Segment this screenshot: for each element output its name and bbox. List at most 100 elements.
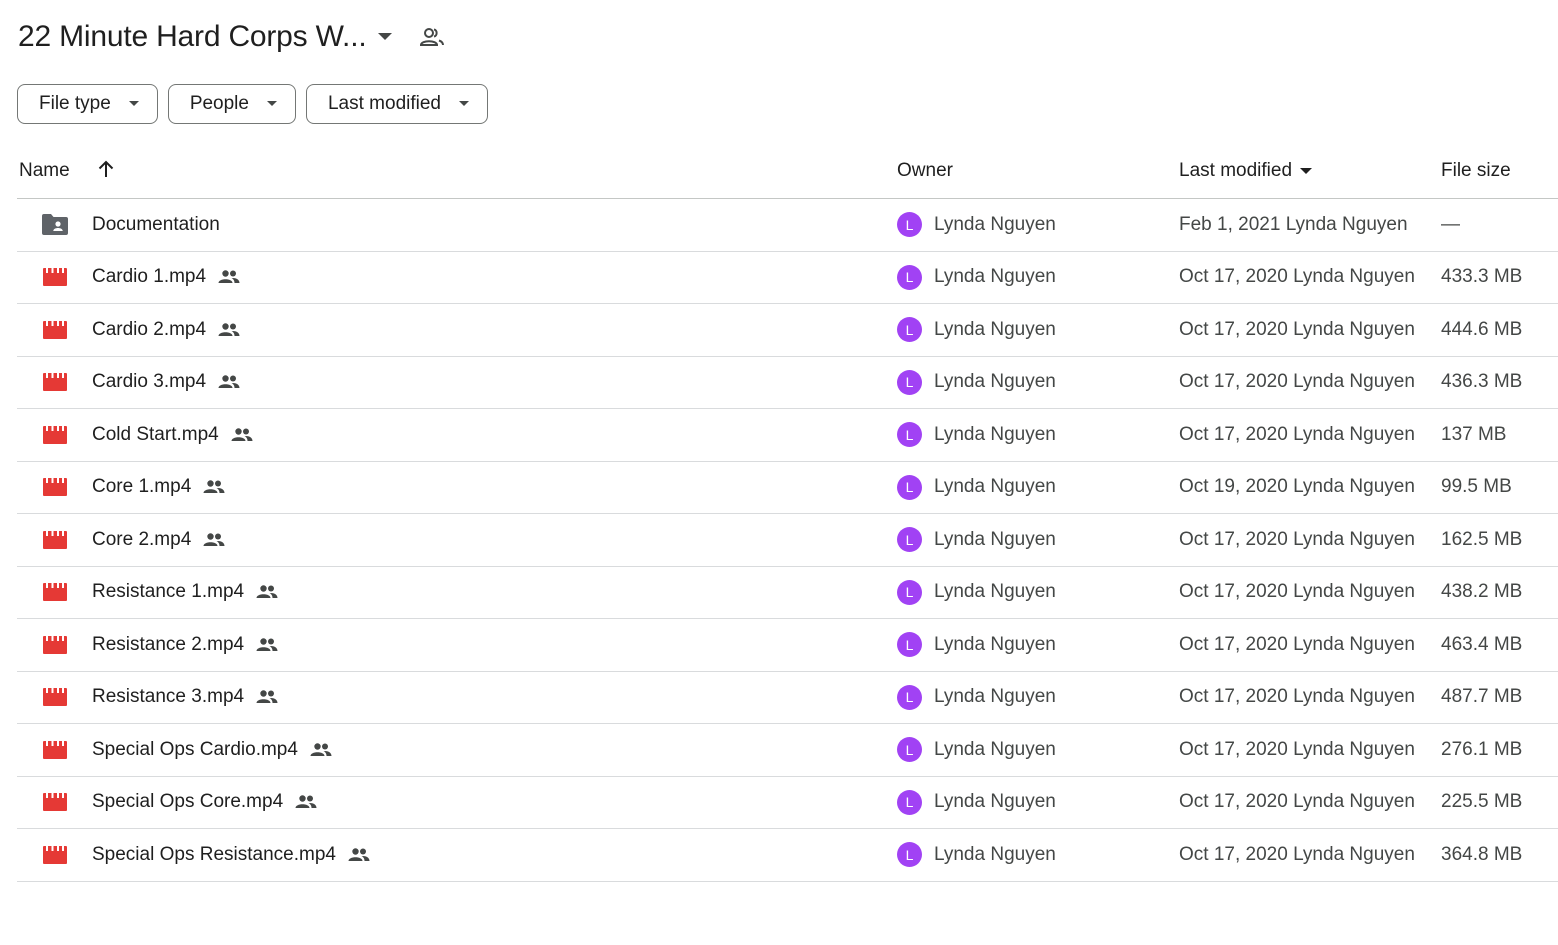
last-modified-column-header[interactable]: Last modified	[1179, 160, 1313, 182]
file-name-text: Cardio 3.mp4	[92, 371, 207, 393]
owner-name: Lynda Nguyen	[934, 791, 1056, 813]
file-name: Special Ops Cardio.mp4	[92, 724, 332, 776]
last-modified-cell: Oct 17, 2020 Lynda Nguyen	[1179, 633, 1415, 655]
owner-column-header[interactable]: Owner	[897, 160, 953, 182]
owner-name: Lynda Nguyen	[934, 633, 1056, 655]
table-row[interactable]: Cardio 1.mp4 L Lynda Nguyen Oct 17, 2020 …	[17, 252, 1558, 304]
file-size-cell: 436.3 MB	[1441, 371, 1523, 393]
table-row[interactable]: Special Ops Resistance.mp4 L Lynda Nguyen…	[17, 829, 1558, 882]
file-name: Core 2.mp4	[92, 514, 225, 566]
sort-ascending-arrow-icon[interactable]	[97, 160, 115, 178]
file-list: Documentation L Lynda Nguyen Feb 1, 2021 …	[17, 199, 1558, 882]
table-row[interactable]: Core 2.mp4 L Lynda Nguyen Oct 17, 2020 Ly…	[17, 514, 1558, 567]
avatar: L	[897, 264, 922, 290]
owner-cell: L Lynda Nguyen	[897, 567, 1056, 619]
table-row[interactable]: Special Ops Core.mp4 L Lynda Nguyen Oct 1…	[17, 777, 1558, 829]
caret-down-icon[interactable]	[378, 33, 393, 41]
file-size-cell: 162.5 MB	[1441, 528, 1523, 550]
people-filter-button[interactable]: People	[167, 84, 296, 124]
file-name-text: Special Ops Cardio.mp4	[92, 738, 298, 760]
file-name: Cold Start.mp4	[92, 409, 253, 461]
table-row[interactable]: Core 1.mp4 L Lynda Nguyen Oct 19, 2020 Ly…	[17, 462, 1558, 514]
shared-people-icon	[310, 743, 332, 757]
video-file-icon	[42, 777, 68, 829]
filter-label: People	[189, 93, 249, 114]
filter-bar: File type People Last modified	[17, 84, 498, 124]
last-modified-cell: Oct 17, 2020 Lynda Nguyen	[1179, 738, 1415, 760]
shared-people-icon	[203, 480, 225, 494]
owner-cell: L Lynda Nguyen	[897, 357, 1056, 409]
folder-title[interactable]: 22 Minute Hard Corps W...	[18, 20, 367, 54]
video-file-icon	[42, 304, 68, 356]
table-row[interactable]: Cold Start.mp4 L Lynda Nguyen Oct 17, 202…	[17, 409, 1558, 462]
avatar: L	[897, 474, 922, 500]
table-row[interactable]: Special Ops Cardio.mp4 L Lynda Nguyen Oct…	[17, 724, 1558, 777]
shared-folder-icon	[42, 199, 68, 251]
file-name-text: Documentation	[92, 213, 220, 235]
file-name: Documentation	[92, 199, 220, 251]
file-name-text: Cardio 1.mp4	[92, 266, 207, 288]
file-name-text: Cardio 2.mp4	[92, 318, 207, 340]
table-row[interactable]: Cardio 3.mp4 L Lynda Nguyen Oct 17, 2020 …	[17, 357, 1558, 409]
owner-cell: L Lynda Nguyen	[897, 829, 1056, 881]
caret-down-icon	[459, 101, 469, 107]
owner-name: Lynda Nguyen	[934, 581, 1056, 603]
file-size-cell: 463.4 MB	[1441, 633, 1523, 655]
caret-down-icon	[266, 101, 277, 107]
last-modified-cell: Oct 17, 2020 Lynda Nguyen	[1179, 581, 1415, 603]
shared-people-icon	[231, 428, 253, 442]
owner-cell: L Lynda Nguyen	[897, 199, 1056, 251]
last-modified-cell: Feb 1, 2021 Lynda Nguyen	[1179, 213, 1408, 235]
table-row[interactable]: Resistance 3.mp4 L Lynda Nguyen Oct 17, 2…	[17, 672, 1558, 724]
avatar: L	[897, 789, 922, 815]
last-modified-header-label: Last modified	[1179, 160, 1293, 181]
shared-people-icon	[256, 585, 278, 599]
video-file-icon	[42, 409, 68, 461]
last-modified-cell: Oct 17, 2020 Lynda Nguyen	[1179, 423, 1415, 445]
table-row[interactable]: Resistance 1.mp4 L Lynda Nguyen Oct 17, 2…	[17, 567, 1558, 619]
video-file-icon	[42, 462, 68, 514]
table-row[interactable]: Cardio 2.mp4 L Lynda Nguyen Oct 17, 2020 …	[17, 304, 1558, 357]
table-header: Name Owner Last modified File size	[17, 146, 1558, 199]
file-size-cell: 433.3 MB	[1441, 266, 1523, 288]
last-modified-filter-button[interactable]: Last modified	[305, 84, 488, 124]
file-size-column-header[interactable]: File size	[1441, 160, 1511, 182]
owner-name: Lynda Nguyen	[934, 686, 1056, 708]
table-row[interactable]: Documentation L Lynda Nguyen Feb 1, 2021 …	[17, 199, 1558, 252]
owner-name: Lynda Nguyen	[934, 738, 1056, 760]
video-file-icon	[42, 672, 68, 724]
file-name-text: Resistance 1.mp4	[92, 581, 245, 603]
shared-people-icon	[218, 270, 240, 284]
owner-cell: L Lynda Nguyen	[897, 514, 1056, 566]
file-name: Core 1.mp4	[92, 462, 225, 514]
owner-cell: L Lynda Nguyen	[897, 304, 1056, 356]
owner-name: Lynda Nguyen	[934, 476, 1056, 498]
video-file-icon	[42, 357, 68, 409]
name-column-header[interactable]: Name	[19, 160, 70, 182]
folder-header: 22 Minute Hard Corps W...	[18, 14, 445, 60]
shared-with-people-icon[interactable]	[420, 27, 445, 47]
table-row[interactable]: Resistance 2.mp4 L Lynda Nguyen Oct 17, 2…	[17, 619, 1558, 672]
video-file-icon	[42, 829, 68, 881]
last-modified-cell: Oct 19, 2020 Lynda Nguyen	[1179, 476, 1415, 498]
last-modified-cell: Oct 17, 2020 Lynda Nguyen	[1179, 686, 1415, 708]
file-size-cell: 137 MB	[1441, 423, 1507, 445]
owner-name: Lynda Nguyen	[934, 423, 1056, 445]
avatar: L	[897, 317, 922, 343]
avatar: L	[897, 422, 922, 448]
file-name: Resistance 3.mp4	[92, 672, 278, 724]
last-modified-cell: Oct 17, 2020 Lynda Nguyen	[1179, 266, 1415, 288]
avatar: L	[897, 579, 922, 605]
last-modified-cell: Oct 17, 2020 Lynda Nguyen	[1179, 371, 1415, 393]
shared-people-icon	[218, 323, 240, 337]
owner-cell: L Lynda Nguyen	[897, 619, 1056, 671]
last-modified-cell: Oct 17, 2020 Lynda Nguyen	[1179, 843, 1415, 865]
file-size-cell: 225.5 MB	[1441, 791, 1523, 813]
video-file-icon	[42, 724, 68, 776]
file-type-filter-button[interactable]: File type	[17, 84, 158, 124]
avatar: L	[897, 684, 922, 710]
file-name: Cardio 2.mp4	[92, 304, 240, 356]
shared-people-icon	[348, 848, 370, 862]
file-name-text: Resistance 3.mp4	[92, 686, 245, 708]
file-size-cell: 99.5 MB	[1441, 476, 1512, 498]
